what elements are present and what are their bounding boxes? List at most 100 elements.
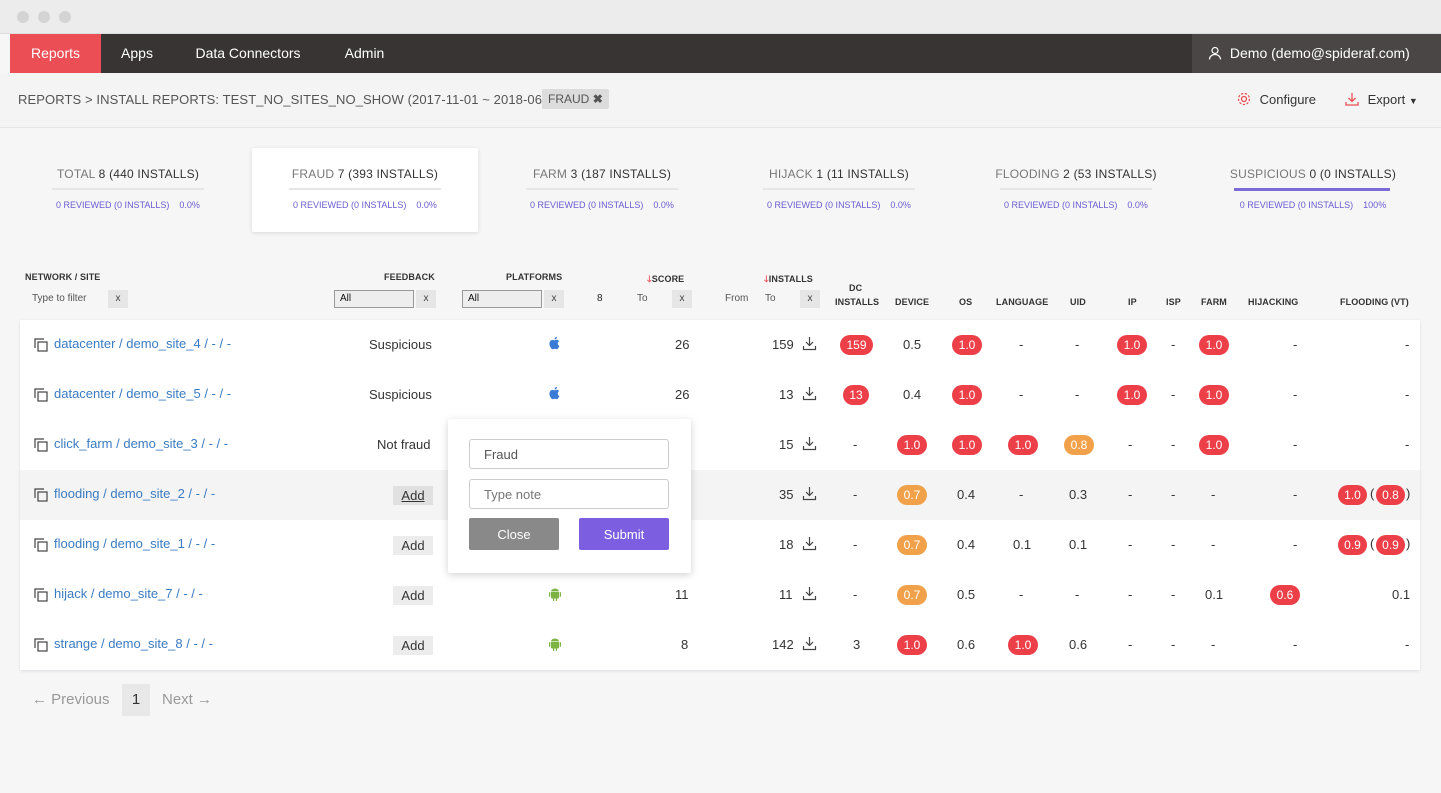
download-icon[interactable] bbox=[802, 536, 817, 551]
table-row[interactable]: datacenter / demo_site_5 / - / - Suspici… bbox=[20, 370, 1420, 420]
add-feedback-button[interactable]: Add bbox=[393, 536, 433, 555]
export-label: Export bbox=[1367, 92, 1406, 107]
close-icon[interactable]: ✖ bbox=[593, 92, 603, 106]
header-network-site[interactable]: NETWORK / SITE bbox=[25, 272, 100, 282]
window-maximize-dot[interactable] bbox=[59, 11, 71, 23]
nav-data-connectors[interactable]: Data Connectors bbox=[182, 34, 314, 73]
feedback-select[interactable]: All bbox=[334, 290, 414, 308]
score-from-input[interactable]: 8 bbox=[597, 293, 603, 304]
hijacking-badge: 0.6 bbox=[1270, 585, 1300, 605]
clear-score-filter-button[interactable]: x bbox=[672, 290, 692, 308]
window-minimize-dot[interactable] bbox=[38, 11, 50, 23]
header-farm[interactable]: FARM bbox=[1201, 297, 1227, 307]
installs-value: 142 bbox=[772, 637, 794, 652]
header-installs[interactable]: 🡓INSTALLS bbox=[764, 272, 813, 288]
header-uid[interactable]: UID bbox=[1070, 297, 1086, 307]
nav-apps[interactable]: Apps bbox=[110, 34, 164, 73]
installs-to-input[interactable]: To bbox=[765, 293, 776, 304]
download-icon[interactable] bbox=[802, 486, 817, 501]
site-link[interactable]: datacenter / demo_site_5 / - / - bbox=[54, 386, 231, 401]
header-flooding[interactable]: FLOODING (VT) bbox=[1340, 297, 1409, 307]
header-platforms[interactable]: PLATFORMS bbox=[506, 272, 562, 282]
stat-fraud[interactable]: FRAUD 7 (393 INSTALLS) 0 REVIEWED (0 INS… bbox=[252, 148, 478, 232]
os-badge: 1.0 bbox=[952, 335, 982, 355]
site-link[interactable]: flooding / demo_site_2 / - / - bbox=[54, 486, 215, 501]
table-row[interactable]: click_farm / demo_site_3 / - / - Not fra… bbox=[20, 420, 1420, 470]
stat-pct: 0.0% bbox=[1127, 200, 1148, 210]
header-ip[interactable]: IP bbox=[1128, 297, 1137, 307]
previous-page-button[interactable]: ← Previous bbox=[32, 691, 110, 708]
stat-flooding[interactable]: FLOODING 2 (53 INSTALLS) 0 REVIEWED (0 I… bbox=[963, 148, 1189, 232]
header-hijacking[interactable]: HIJACKING bbox=[1248, 297, 1298, 307]
download-icon[interactable] bbox=[802, 636, 817, 651]
copy-icon[interactable] bbox=[34, 388, 48, 402]
download-icon[interactable] bbox=[802, 586, 817, 601]
filter-tag-fraud[interactable]: FRAUD ✖ bbox=[542, 89, 609, 109]
score-to-input[interactable]: To bbox=[637, 293, 648, 304]
clear-installs-filter-button[interactable]: x bbox=[800, 290, 820, 308]
stat-hijack[interactable]: HIJACK 1 (11 INSTALLS) 0 REVIEWED (0 INS… bbox=[726, 148, 952, 232]
stat-reviewed: 0 REVIEWED (0 INSTALLS) bbox=[530, 200, 644, 210]
nav-reports[interactable]: Reports bbox=[10, 34, 101, 73]
header-language[interactable]: LANGUAGE bbox=[996, 297, 1048, 307]
copy-icon[interactable] bbox=[34, 538, 48, 552]
header-score[interactable]: 🡓SCORE bbox=[647, 272, 684, 288]
feedback-type-input[interactable] bbox=[469, 439, 669, 469]
copy-icon[interactable] bbox=[34, 588, 48, 602]
platform-select[interactable]: All bbox=[462, 290, 542, 308]
installs-from-input[interactable]: From bbox=[725, 293, 748, 304]
table-row[interactable]: datacenter / demo_site_4 / - / - Suspici… bbox=[20, 320, 1420, 370]
os-badge: 1.0 bbox=[952, 435, 982, 455]
table-row[interactable]: hijack / demo_site_7 / - / - Add 11 11 -… bbox=[20, 570, 1420, 620]
add-feedback-button[interactable]: Add bbox=[393, 636, 433, 655]
table-row[interactable]: flooding / demo_site_2 / - / - Add 35 - … bbox=[20, 470, 1420, 520]
clear-feedback-filter-button[interactable]: x bbox=[416, 290, 436, 308]
configure-button[interactable]: Configure bbox=[1236, 91, 1316, 107]
copy-icon[interactable] bbox=[34, 338, 48, 352]
site-link[interactable]: click_farm / demo_site_3 / - / - bbox=[54, 436, 228, 451]
stat-progress bbox=[1234, 188, 1390, 191]
window-close-dot[interactable] bbox=[17, 11, 29, 23]
submit-button[interactable]: Submit bbox=[579, 518, 669, 550]
header-device[interactable]: DEVICE bbox=[895, 297, 929, 307]
add-feedback-button[interactable]: Add bbox=[393, 486, 433, 505]
copy-icon[interactable] bbox=[34, 638, 48, 652]
stat-pct: 0.0% bbox=[416, 200, 437, 210]
stat-suspicious[interactable]: SUSPICIOUS 0 (0 INSTALLS) 0 REVIEWED (0 … bbox=[1200, 148, 1426, 232]
hijacking-value: - bbox=[1293, 537, 1298, 552]
header-feedback[interactable]: FEEDBACK bbox=[384, 272, 435, 282]
stat-farm[interactable]: FARM 3 (187 INSTALLS) 0 REVIEWED (0 INST… bbox=[489, 148, 715, 232]
isp-value: - bbox=[1171, 537, 1176, 552]
note-input[interactable] bbox=[469, 479, 669, 509]
add-feedback-button[interactable]: Add bbox=[393, 586, 433, 605]
stat-total[interactable]: TOTAL 8 (440 INSTALLS) 0 REVIEWED (0 INS… bbox=[15, 148, 241, 232]
next-page-button[interactable]: Next → bbox=[162, 691, 212, 708]
copy-icon[interactable] bbox=[34, 488, 48, 502]
header-dc-line2[interactable]: INSTALLS bbox=[835, 297, 879, 307]
download-icon[interactable] bbox=[802, 436, 817, 451]
table-row[interactable]: strange / demo_site_8 / - / - Add 8 142 … bbox=[20, 620, 1420, 670]
header-os[interactable]: OS bbox=[959, 297, 972, 307]
site-link[interactable]: strange / demo_site_8 / - / - bbox=[54, 636, 213, 651]
dc-installs-value: - bbox=[853, 437, 858, 452]
header-isp[interactable]: ISP bbox=[1166, 297, 1181, 307]
site-link[interactable]: datacenter / demo_site_4 / - / - bbox=[54, 336, 231, 351]
close-button[interactable]: Close bbox=[469, 518, 559, 550]
nav-admin[interactable]: Admin bbox=[332, 34, 397, 73]
clear-platform-filter-button[interactable]: x bbox=[544, 290, 564, 308]
site-filter-input[interactable]: Type to filter bbox=[32, 293, 86, 304]
export-button[interactable]: Export ▼ bbox=[1344, 91, 1418, 107]
installs-value: 35 bbox=[779, 487, 794, 502]
table-row[interactable]: flooding / demo_site_1 / - / - Add 18 - … bbox=[20, 520, 1420, 570]
page-1-button[interactable]: 1 bbox=[122, 684, 150, 716]
clear-site-filter-button[interactable]: x bbox=[108, 290, 128, 308]
download-icon[interactable] bbox=[802, 386, 817, 401]
header-dc-line1[interactable]: DC bbox=[849, 283, 862, 293]
download-icon[interactable] bbox=[802, 336, 817, 351]
site-link[interactable]: flooding / demo_site_1 / - / - bbox=[54, 536, 215, 551]
filter-tag-label: FRAUD bbox=[548, 92, 590, 106]
user-menu[interactable]: Demo (demo@spideraf.com) bbox=[1192, 34, 1441, 73]
site-link[interactable]: hijack / demo_site_7 / - / - bbox=[54, 586, 203, 601]
installs-value: 159 bbox=[772, 337, 794, 352]
copy-icon[interactable] bbox=[34, 438, 48, 452]
